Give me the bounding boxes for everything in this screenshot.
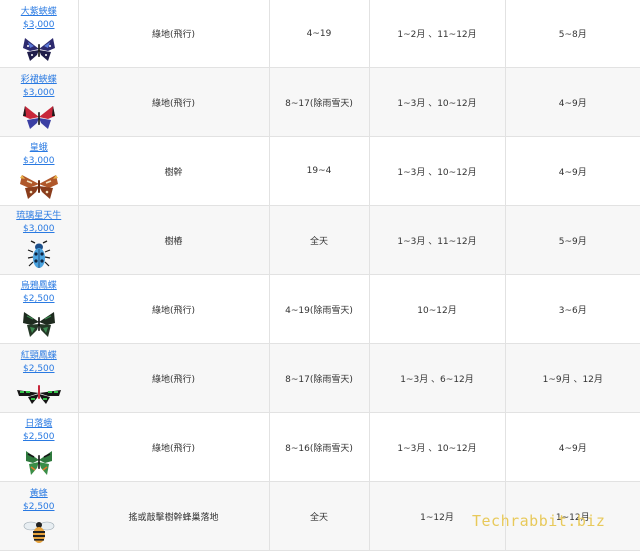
wasp-icon (23, 521, 55, 543)
bug-name-cell: 彩裙蛺蝶 $3,000 (0, 67, 79, 137)
bug-price-link[interactable]: $2,500 (0, 293, 78, 306)
north-months-cell: 1~3月 、10~12月 (368, 412, 506, 482)
bug-name-link[interactable]: 大紫蛺蝶 (0, 6, 78, 19)
bug-price-link[interactable]: $2,500 (0, 501, 78, 514)
bug-name-cell: 黃蜂 $2,500 (0, 481, 79, 551)
atlas-moth-icon (19, 175, 58, 199)
peacock-butterfly-icon (22, 312, 55, 337)
purple-emperor-butterfly-icon (22, 37, 55, 61)
location-cell: 樹樁 (77, 205, 270, 275)
bug-name-cell: 琉璃星天牛 $3,000 (0, 205, 79, 275)
bug-name-link[interactable]: 日落蛾 (0, 418, 78, 431)
south-months-cell: 4~9月 (504, 136, 640, 206)
north-months-cell: 1~3月 、11~12月 (368, 205, 506, 275)
bug-price-link[interactable]: $2,500 (0, 431, 78, 444)
south-months-cell: 4~9月 (504, 412, 640, 482)
bug-name-link[interactable]: 黃蜂 (0, 488, 78, 501)
rosalia-beetle-icon (27, 240, 50, 268)
bug-name-link[interactable]: 烏鴉鳳蝶 (0, 280, 78, 293)
south-months-cell: 5~8月 (504, 0, 640, 68)
location-cell: 綠地(飛行) (77, 67, 270, 137)
time-cell: 8~16(除雨雪天) (268, 412, 370, 482)
location-cell: 搖或敲擊樹幹蜂巢落地 (77, 481, 270, 551)
time-cell: 19~4 (268, 136, 370, 206)
time-cell: 全天 (268, 481, 370, 551)
time-cell: 全天 (268, 205, 370, 275)
table-row: 琉璃星天牛 $3,000 樹樁 全天 1~3月 、11~12月 5~9月 (0, 205, 640, 275)
north-months-cell: 1~3月 、10~12月 (368, 67, 506, 137)
north-months-cell: 10~12月 (368, 274, 506, 344)
bug-name-cell: 大紫蛺蝶 $3,000 (0, 0, 79, 68)
bug-table: 大紫蛺蝶 $3,000 綠地(飛行) 4~19 1~2月 、11~12月 5~8… (0, 0, 640, 551)
time-cell: 4~19 (268, 0, 370, 68)
location-cell: 綠地(飛行) (77, 0, 270, 68)
table-row: 彩裙蛺蝶 $3,000 綠地(飛行) 8~17(除雨雪天) 1~3月 、10~1… (0, 67, 640, 137)
table-row: 日落蛾 $2,500 綠地(飛行) 8~16(除雨雪天) 1~3月 、10~12… (0, 412, 640, 482)
time-cell: 8~17(除雨雪天) (268, 67, 370, 137)
bug-price-link[interactable]: $2,500 (0, 363, 78, 376)
site-watermark: Techrabbit.biz (472, 512, 606, 530)
location-cell: 綠地(飛行) (77, 412, 270, 482)
table-row: 大紫蛺蝶 $3,000 綠地(飛行) 4~19 1~2月 、11~12月 5~8… (0, 0, 640, 68)
north-months-cell: 1~3月 、6~12月 (368, 343, 506, 413)
bug-name-cell: 紅頸鳳蝶 $2,500 (0, 343, 79, 413)
south-months-cell: 1~9月 、12月 (504, 343, 640, 413)
agrias-butterfly-icon (22, 106, 55, 129)
location-cell: 綠地(飛行) (77, 343, 270, 413)
sunset-moth-icon (25, 451, 52, 475)
bug-price-link[interactable]: $3,000 (0, 87, 78, 100)
bug-name-link[interactable]: 琉璃星天牛 (0, 210, 78, 223)
bug-name-link[interactable]: 彩裙蛺蝶 (0, 74, 78, 87)
bug-name-cell: 日落蛾 $2,500 (0, 412, 79, 482)
north-months-cell: 1~3月 、10~12月 (368, 136, 506, 206)
south-months-cell: 3~6月 (504, 274, 640, 344)
time-cell: 4~19(除雨雪天) (268, 274, 370, 344)
bug-price-link[interactable]: $3,000 (0, 19, 78, 32)
location-cell: 綠地(飛行) (77, 274, 270, 344)
bug-name-cell: 皇蛾 $3,000 (0, 136, 79, 206)
north-months-cell: 1~2月 、11~12月 (368, 0, 506, 68)
bug-name-cell: 烏鴉鳳蝶 $2,500 (0, 274, 79, 344)
table-row: 皇蛾 $3,000 樹幹 19~4 1~3月 、10~12月 4~9月 (0, 136, 640, 206)
south-months-cell: 5~9月 (504, 205, 640, 275)
bug-price-link[interactable]: $3,000 (0, 223, 78, 236)
time-cell: 8~17(除雨雪天) (268, 343, 370, 413)
bug-name-link[interactable]: 紅頸鳳蝶 (0, 350, 78, 363)
bug-price-link[interactable]: $3,000 (0, 155, 78, 168)
table-row: 烏鴉鳳蝶 $2,500 綠地(飛行) 4~19(除雨雪天) 10~12月 3~6… (0, 274, 640, 344)
bug-name-link[interactable]: 皇蛾 (0, 142, 78, 155)
table-row: 紅頸鳳蝶 $2,500 綠地(飛行) 8~17(除雨雪天) 1~3月 、6~12… (0, 343, 640, 413)
south-months-cell: 4~9月 (504, 67, 640, 137)
rajah-birdwing-icon (16, 385, 61, 404)
location-cell: 樹幹 (77, 136, 270, 206)
